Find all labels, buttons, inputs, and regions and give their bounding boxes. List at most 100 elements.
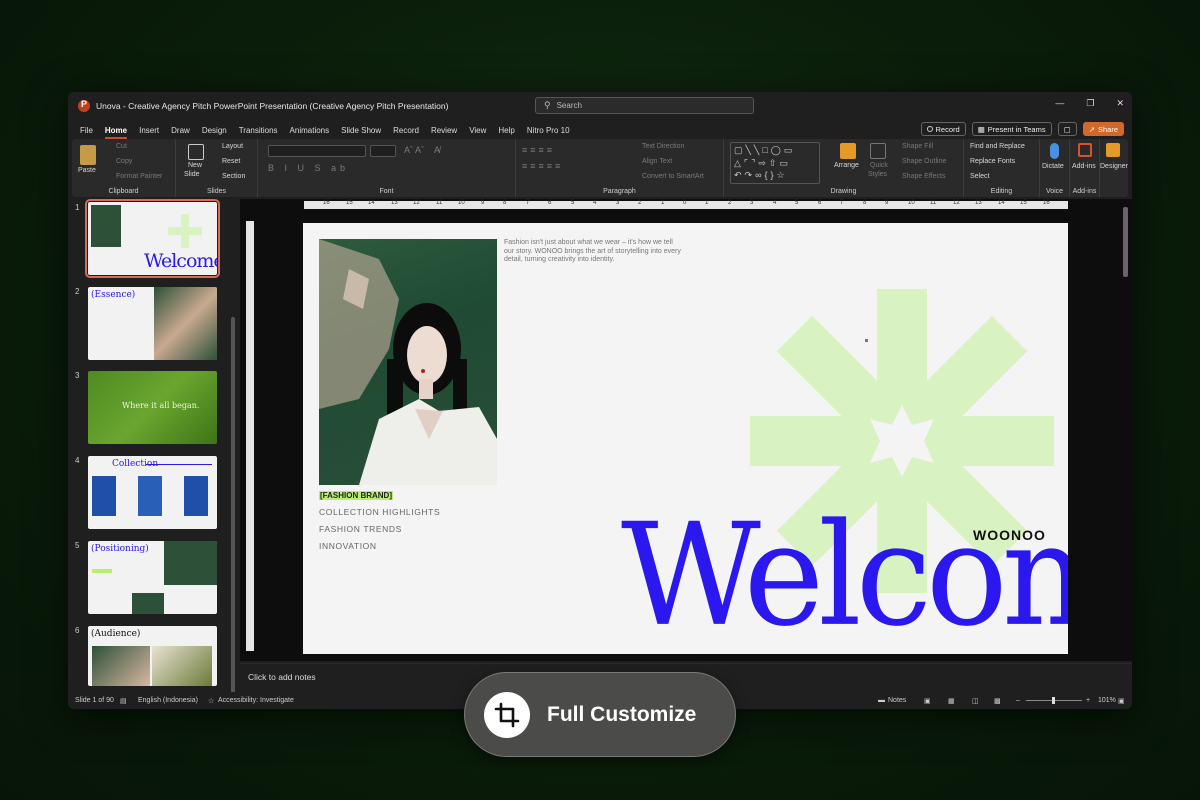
- microphone-icon[interactable]: [1050, 143, 1059, 159]
- present-in-teams-button[interactable]: ▦ Present in Teams: [971, 122, 1052, 136]
- tab-record[interactable]: Record: [393, 126, 419, 135]
- normal-view-icon[interactable]: ▣: [924, 697, 931, 705]
- zoom-slider[interactable]: [1026, 697, 1082, 704]
- tab-file[interactable]: File: [80, 126, 93, 135]
- slide-sorter-icon[interactable]: ▦: [948, 697, 955, 705]
- ribbon-home: Paste Cut Copy Format Painter Clipboard …: [72, 139, 1128, 197]
- collection-highlights-link[interactable]: COLLECTION HIGHLIGHTS: [319, 507, 440, 517]
- align-icons[interactable]: ≡≡≡≡≡: [522, 161, 563, 171]
- paste-icon[interactable]: [80, 145, 96, 165]
- search-input[interactable]: ⚲ Search: [535, 97, 754, 114]
- designer-icon[interactable]: [1106, 143, 1120, 157]
- tab-animations[interactable]: Animations: [290, 126, 330, 135]
- ruler-tick-label: 16: [323, 200, 330, 206]
- reset-button[interactable]: Reset: [222, 158, 240, 165]
- quick-styles-icon[interactable]: [870, 143, 886, 159]
- quick-styles-label-2[interactable]: Styles: [868, 171, 887, 178]
- welcome-headline[interactable]: Welcome: [621, 503, 1068, 649]
- clear-formatting-icon[interactable]: A̸: [434, 145, 440, 155]
- replace-fonts-button[interactable]: Replace Fonts: [970, 158, 1015, 165]
- fit-to-window-icon[interactable]: ▣: [1118, 697, 1125, 705]
- slide-canvas[interactable]: Fashion isn't just about what we wear – …: [303, 223, 1068, 654]
- tab-view[interactable]: View: [469, 126, 486, 135]
- selection-handle[interactable]: [865, 339, 868, 342]
- font-style-icons[interactable]: B I U S ab: [268, 163, 349, 173]
- zoom-level[interactable]: 101%: [1098, 697, 1116, 704]
- shape-effects-button[interactable]: Shape Effects: [902, 173, 945, 180]
- font-size-select[interactable]: [370, 145, 396, 157]
- arrange-button[interactable]: Arrange: [834, 162, 859, 169]
- accessibility-status[interactable]: Accessibility: Investigate: [218, 697, 294, 704]
- notes-toggle[interactable]: Notes: [888, 697, 906, 704]
- format-painter-button[interactable]: Format Painter: [116, 173, 162, 180]
- zoom-in-icon[interactable]: +: [1086, 697, 1090, 704]
- spelling-icon[interactable]: ▤: [120, 697, 127, 705]
- language-indicator[interactable]: English (Indonesia): [138, 697, 198, 704]
- paste-button[interactable]: Paste: [78, 167, 96, 174]
- notes-toggle-icon[interactable]: ▬: [878, 697, 885, 704]
- thumbnail-slide-1[interactable]: Welcome: [85, 199, 220, 278]
- innovation-link[interactable]: INNOVATION: [319, 541, 377, 551]
- font-family-select[interactable]: [268, 145, 366, 157]
- model-photo[interactable]: [319, 239, 497, 485]
- tab-draw[interactable]: Draw: [171, 126, 190, 135]
- thumbnail-slide-5[interactable]: (Positioning): [88, 541, 217, 614]
- powerpoint-app-icon: [78, 99, 90, 112]
- comments-button[interactable]: ▢: [1057, 122, 1077, 136]
- list-icons[interactable]: ≡≡≡≡: [522, 145, 555, 155]
- thumbnail-slide-4[interactable]: Collection: [88, 456, 217, 529]
- new-slide-icon[interactable]: [188, 144, 204, 160]
- editor-scrollbar[interactable]: [1123, 207, 1128, 277]
- slide-counter[interactable]: Slide 1 of 90: [75, 697, 114, 704]
- select-button[interactable]: Select: [970, 173, 989, 180]
- align-text-button[interactable]: Align Text: [642, 158, 672, 165]
- minimize-icon[interactable]: —: [1055, 98, 1064, 109]
- tab-design[interactable]: Design: [202, 126, 227, 135]
- close-icon[interactable]: ✕: [1116, 98, 1124, 109]
- addins-button[interactable]: Add-ins: [1072, 163, 1096, 170]
- fashion-trends-link[interactable]: FASHION TRENDS: [319, 524, 402, 534]
- zoom-out-icon[interactable]: –: [1016, 697, 1020, 704]
- designer-button[interactable]: Designer: [1100, 163, 1128, 170]
- layout-button[interactable]: Layout: [222, 143, 243, 150]
- tab-insert[interactable]: Insert: [139, 126, 159, 135]
- copy-button[interactable]: Copy: [116, 158, 132, 165]
- new-slide-label-2[interactable]: Slide: [184, 171, 200, 178]
- ruler-tick-label: 13: [391, 200, 398, 206]
- fashion-brand-tag[interactable]: [FASHION BRAND]: [319, 491, 393, 500]
- tab-transitions[interactable]: Transitions: [239, 126, 278, 135]
- paragraph-label: Paragraph: [603, 188, 636, 195]
- reading-view-icon[interactable]: ◫: [972, 697, 979, 705]
- record-button[interactable]: Record: [920, 122, 966, 136]
- intro-paragraph[interactable]: Fashion isn't just about what we wear – …: [504, 239, 684, 265]
- thumbnails-scrollbar[interactable]: [231, 317, 235, 709]
- thumbnail-slide-2[interactable]: (Essence): [88, 287, 217, 360]
- tab-slide-show[interactable]: Slide Show: [341, 126, 381, 135]
- section-button[interactable]: Section: [222, 173, 245, 180]
- zoom-slider-thumb[interactable]: [1052, 697, 1055, 704]
- addins-icon[interactable]: [1078, 143, 1092, 157]
- new-slide-label-1[interactable]: New: [188, 162, 202, 169]
- share-button[interactable]: ↗ Share: [1082, 122, 1124, 136]
- tab-nitro-pro[interactable]: Nitro Pro 10: [527, 126, 570, 135]
- tab-home[interactable]: Home: [104, 126, 128, 139]
- thumbnail-slide-6[interactable]: (Audience): [88, 626, 217, 686]
- accessibility-icon[interactable]: ☆: [208, 697, 214, 705]
- restore-icon[interactable]: ❐: [1086, 98, 1094, 109]
- quick-styles-label-1[interactable]: Quick: [870, 162, 888, 169]
- shape-outline-button[interactable]: Shape Outline: [902, 158, 946, 165]
- text-direction-button[interactable]: Text Direction: [642, 143, 684, 150]
- tab-review[interactable]: Review: [431, 126, 457, 135]
- cut-button[interactable]: Cut: [116, 143, 127, 150]
- increase-font-icon[interactable]: Aˆ Aˇ: [404, 145, 424, 155]
- convert-smartart-button[interactable]: Convert to SmartArt: [642, 173, 704, 180]
- ruler-tick-label: 16: [1043, 200, 1050, 206]
- thumbnail-slide-3[interactable]: Where it all began.: [88, 371, 217, 444]
- thumb-photo: [92, 476, 116, 516]
- tab-help[interactable]: Help: [498, 126, 514, 135]
- shape-fill-button[interactable]: Shape Fill: [902, 143, 933, 150]
- slideshow-icon[interactable]: ▩: [994, 697, 1001, 705]
- arrange-icon[interactable]: [840, 143, 856, 159]
- find-replace-button[interactable]: Find and Replace: [970, 143, 1025, 150]
- dictate-button[interactable]: Dictate: [1042, 163, 1064, 170]
